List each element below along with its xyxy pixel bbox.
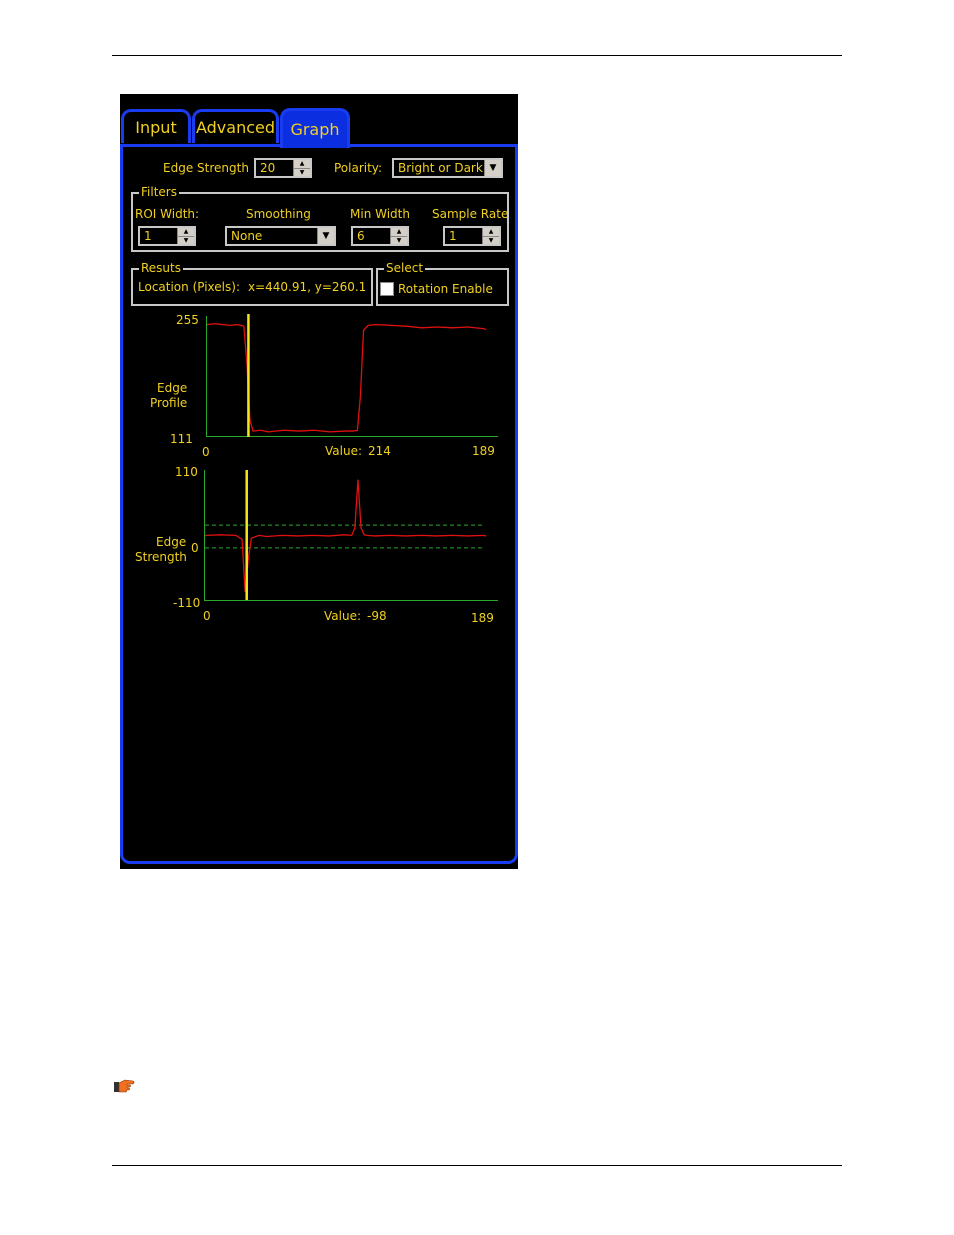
- spin-up-icon[interactable]: ▲: [178, 228, 194, 237]
- filters-title: Filters: [139, 185, 179, 199]
- strength-xmax: 189: [471, 611, 494, 625]
- spin-down-icon[interactable]: ▼: [178, 237, 194, 245]
- roi-width-label: ROI Width:: [135, 207, 200, 221]
- smoothing-value[interactable]: None: [231, 229, 262, 243]
- spin-up-icon[interactable]: ▲: [294, 160, 310, 169]
- spin-buttons[interactable]: ▲ ▼: [177, 228, 194, 244]
- spin-down-icon[interactable]: ▼: [294, 169, 310, 177]
- tab-graph[interactable]: Graph: [280, 108, 350, 148]
- sample-rate-label: Sample Rate: [432, 207, 509, 221]
- chevron-down-icon[interactable]: ▼: [317, 228, 334, 244]
- spin-buttons[interactable]: ▲ ▼: [293, 160, 310, 176]
- roi-width-value[interactable]: 1: [144, 229, 152, 243]
- edge-strength-plot: [204, 470, 487, 600]
- polarity-dropdown[interactable]: Bright or Dark ▼: [392, 158, 503, 178]
- roi-width-spinner[interactable]: 1 ▲ ▼: [138, 226, 196, 246]
- smoothing-label: Smoothing: [246, 207, 311, 221]
- location-label: Location (Pixels):: [138, 280, 240, 294]
- results-title: Resuts: [139, 261, 183, 275]
- chevron-down-icon[interactable]: ▼: [484, 160, 501, 176]
- sample-rate-spinner[interactable]: 1 ▲ ▼: [443, 226, 501, 246]
- strength-xmin: 0: [203, 609, 211, 623]
- edge-strength-value[interactable]: 20: [260, 161, 275, 175]
- spin-down-icon[interactable]: ▼: [483, 237, 499, 245]
- tab-strip-line: [349, 144, 518, 147]
- spin-up-icon[interactable]: ▲: [483, 228, 499, 237]
- profile-xmin: 0: [202, 445, 210, 459]
- rotation-enable-checkbox[interactable]: [380, 282, 394, 296]
- strength-ylabel-2: Strength: [135, 550, 187, 564]
- strength-ymax: 110: [175, 465, 198, 479]
- edge-strength-spinner[interactable]: 20 ▲ ▼: [254, 158, 312, 178]
- edge-strength-label: Edge Strength: [163, 161, 249, 175]
- profile-ylabel-2: Profile: [150, 396, 188, 410]
- strength-yzero: 0: [191, 541, 199, 555]
- tab-advanced[interactable]: Advanced: [192, 109, 279, 143]
- pointing-hand-icon: [114, 1079, 135, 1093]
- profile-ymin: 111: [170, 432, 193, 446]
- profile-ymax: 255: [176, 313, 199, 327]
- spin-buttons[interactable]: ▲ ▼: [482, 228, 499, 244]
- strength-ylabel-1: Edge: [156, 535, 187, 549]
- rotation-enable-label[interactable]: Rotation Enable: [398, 282, 493, 296]
- profile-value-label: Value:: [325, 444, 362, 458]
- min-width-spinner[interactable]: 6 ▲ ▼: [351, 226, 409, 246]
- profile-xmax: 189: [472, 444, 495, 458]
- strength-value: -98: [367, 609, 387, 623]
- sample-rate-value[interactable]: 1: [449, 229, 457, 243]
- footer-rule: [112, 1165, 842, 1166]
- edge-tool-panel: Input Advanced Graph Edge Strength 20 ▲ ▼…: [120, 94, 518, 869]
- spin-buttons[interactable]: ▲ ▼: [390, 228, 407, 244]
- min-width-value[interactable]: 6: [357, 229, 365, 243]
- header-rule: [112, 55, 842, 56]
- polarity-label: Polarity:: [334, 161, 383, 175]
- profile-value: 214: [368, 444, 391, 458]
- strength-ymin: -110: [173, 596, 201, 610]
- polarity-value[interactable]: Bright or Dark: [398, 161, 483, 175]
- spin-up-icon[interactable]: ▲: [391, 228, 407, 237]
- location-value: x=440.91, y=260.1¹: [248, 280, 366, 294]
- select-title: Select: [384, 261, 426, 275]
- profile-ylabel-1: Edge: [157, 381, 188, 395]
- min-width-label: Min Width: [350, 207, 410, 221]
- tab-input[interactable]: Input: [121, 109, 191, 143]
- spin-down-icon[interactable]: ▼: [391, 237, 407, 245]
- strength-value-label: Value:: [324, 609, 361, 623]
- smoothing-dropdown[interactable]: None ▼: [225, 226, 336, 246]
- tab-strip-line: [120, 144, 280, 147]
- edge-profile-plot: [206, 314, 487, 437]
